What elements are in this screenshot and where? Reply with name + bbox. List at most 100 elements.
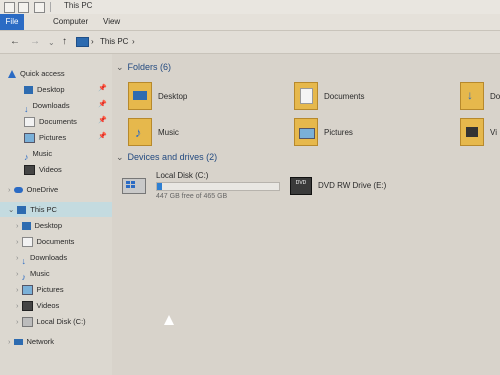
sidebar-item-label: Desktop (34, 221, 63, 230)
expand-chevron-icon[interactable]: › (8, 337, 11, 346)
sidebar-item-music[interactable]: ♪ Music (24, 146, 53, 163)
collapse-chevron-icon[interactable]: ⌄ (8, 205, 14, 214)
dvd-drive-icon: DVD (290, 177, 312, 195)
music-icon: ♪ (24, 152, 29, 163)
sidebar-item-network[interactable]: › Network (8, 334, 54, 349)
folder-icon (294, 118, 318, 146)
dvd-icon-text: DVD (295, 180, 307, 186)
breadcrumb-this-pc[interactable]: This PC (100, 37, 128, 46)
ribbon-tabs: File Computer View (0, 14, 500, 31)
sidebar-item-label: Local Disk (C:) (36, 317, 86, 326)
expand-chevron-icon[interactable]: › (16, 237, 19, 246)
collapse-chevron-icon[interactable]: ⌄ (116, 62, 124, 72)
sidebar-item-pc-pictures[interactable]: › Pictures (16, 282, 64, 297)
sidebar-item-label: Music (32, 149, 53, 158)
sidebar-item-label: Network (26, 337, 55, 346)
videos-icon (21, 301, 33, 312)
folder-icon: ♪ (128, 118, 152, 146)
sidebar-item-documents[interactable]: Documents (24, 114, 77, 129)
sidebar-item-label: Pictures (36, 285, 64, 294)
folder-label: Vi (490, 128, 497, 137)
expand-chevron-icon[interactable]: › (16, 269, 19, 278)
folder-label: Pictures (324, 128, 353, 137)
sidebar-item-this-pc[interactable]: ⌄ This PC (0, 202, 114, 217)
folder-videos[interactable]: Vi (460, 118, 500, 148)
window-icon (4, 2, 15, 13)
expand-chevron-icon[interactable]: › (16, 317, 19, 326)
sidebar-item-label: Documents (39, 117, 77, 126)
drive-free-space: 447 GB free of 465 GB (156, 193, 228, 200)
drive-usage-fill (157, 183, 162, 190)
breadcrumb-separator: › (91, 37, 94, 46)
expand-chevron-icon[interactable]: › (8, 185, 11, 194)
download-icon: ↓ (21, 256, 27, 267)
download-icon: ↓ (24, 104, 29, 115)
cloud-icon (13, 187, 23, 194)
folder-documents[interactable]: Documents (294, 82, 444, 112)
network-icon (13, 339, 23, 346)
back-button[interactable]: ← (10, 36, 20, 47)
folder-label: Documents (324, 92, 365, 101)
sidebar-item-pc-videos[interactable]: › Videos (16, 298, 59, 313)
up-button[interactable]: ↑ (62, 36, 67, 47)
sidebar-item-label: Pictures (39, 133, 67, 142)
tab-file[interactable]: File (0, 14, 24, 30)
tab-computer[interactable]: Computer (46, 14, 95, 30)
sidebar-item-pc-downloads[interactable]: › ↓ Downloads (16, 250, 67, 267)
sidebar-item-local-disk[interactable]: › Local Disk (C:) (16, 314, 86, 329)
folder-music[interactable]: ♪ Music (128, 118, 278, 148)
drive-usage-bar (156, 182, 280, 191)
sidebar-item-label: Videos (36, 301, 60, 310)
window-title: This PC (64, 1, 93, 10)
pin-icon[interactable]: 📌 (98, 100, 107, 108)
pin-icon[interactable]: 📌 (98, 116, 107, 124)
properties-icon[interactable] (18, 2, 29, 13)
navigation-pane: Quick access Desktop ↓ Downloads Document… (0, 54, 114, 375)
folder-downloads[interactable]: ↓ Do (460, 82, 500, 112)
sidebar-item-pictures[interactable]: Pictures (24, 130, 66, 145)
address-bar: ← → ⌄ ↑ › This PC › (0, 31, 500, 54)
expand-chevron-icon[interactable]: › (16, 285, 19, 294)
desktop-icon (24, 86, 33, 95)
pin-icon[interactable]: 📌 (98, 84, 107, 92)
folder-icon (294, 82, 318, 110)
pin-icon[interactable]: 📌 (98, 132, 107, 140)
sidebar-item-videos[interactable]: Videos (24, 162, 62, 177)
folder-pictures[interactable]: Pictures (294, 118, 444, 148)
sidebar-item-downloads[interactable]: ↓ Downloads (24, 98, 70, 115)
this-pc-icon (76, 37, 89, 47)
drive-dvd-e[interactable]: DVD DVD RW Drive (E:) (290, 172, 440, 202)
expand-chevron-icon[interactable]: › (16, 301, 19, 310)
tab-view[interactable]: View (96, 14, 127, 30)
new-folder-icon[interactable] (34, 2, 45, 13)
quick-access[interactable]: Quick access (8, 66, 65, 81)
sidebar-item-pc-music[interactable]: › ♪ Music (16, 266, 50, 282)
sidebar-item-desktop[interactable]: Desktop (24, 82, 65, 97)
forward-button[interactable]: → (30, 36, 40, 47)
expand-chevron-icon[interactable]: › (16, 253, 19, 262)
sidebar-item-label: Documents (36, 237, 75, 246)
desktop-icon (21, 222, 31, 231)
folder-label: Do (490, 92, 500, 101)
title-divider (50, 2, 51, 12)
collapse-chevron-icon[interactable]: ⌄ (116, 152, 124, 162)
devices-header-label: Devices and drives (2) (127, 152, 218, 162)
drive-label: DVD RW Drive (E:) (318, 181, 387, 190)
sidebar-item-pc-documents[interactable]: › Documents (16, 234, 74, 249)
sidebar-item-pc-desktop[interactable]: › Desktop (16, 218, 62, 233)
drive-icon (21, 317, 33, 328)
drive-local-disk-c[interactable]: Local Disk (C:) 447 GB free of 465 GB (122, 170, 292, 204)
folder-icon: ↓ (460, 82, 484, 110)
hard-drive-icon (122, 178, 146, 194)
folder-desktop[interactable]: Desktop (128, 82, 278, 112)
documents-icon (24, 117, 35, 128)
this-pc-icon (17, 206, 27, 215)
breadcrumb-chevron[interactable]: › (132, 37, 135, 46)
sidebar-item-onedrive[interactable]: › OneDrive (8, 182, 58, 197)
devices-header[interactable]: ⌄ Devices and drives (2) (116, 152, 217, 163)
sidebar-item-label: OneDrive (26, 185, 59, 194)
sidebar-item-label: Videos (39, 165, 62, 174)
recent-locations-button[interactable]: ⌄ (48, 38, 55, 47)
expand-chevron-icon[interactable]: › (16, 221, 19, 230)
folders-header[interactable]: ⌄ Folders (6) (116, 62, 171, 73)
